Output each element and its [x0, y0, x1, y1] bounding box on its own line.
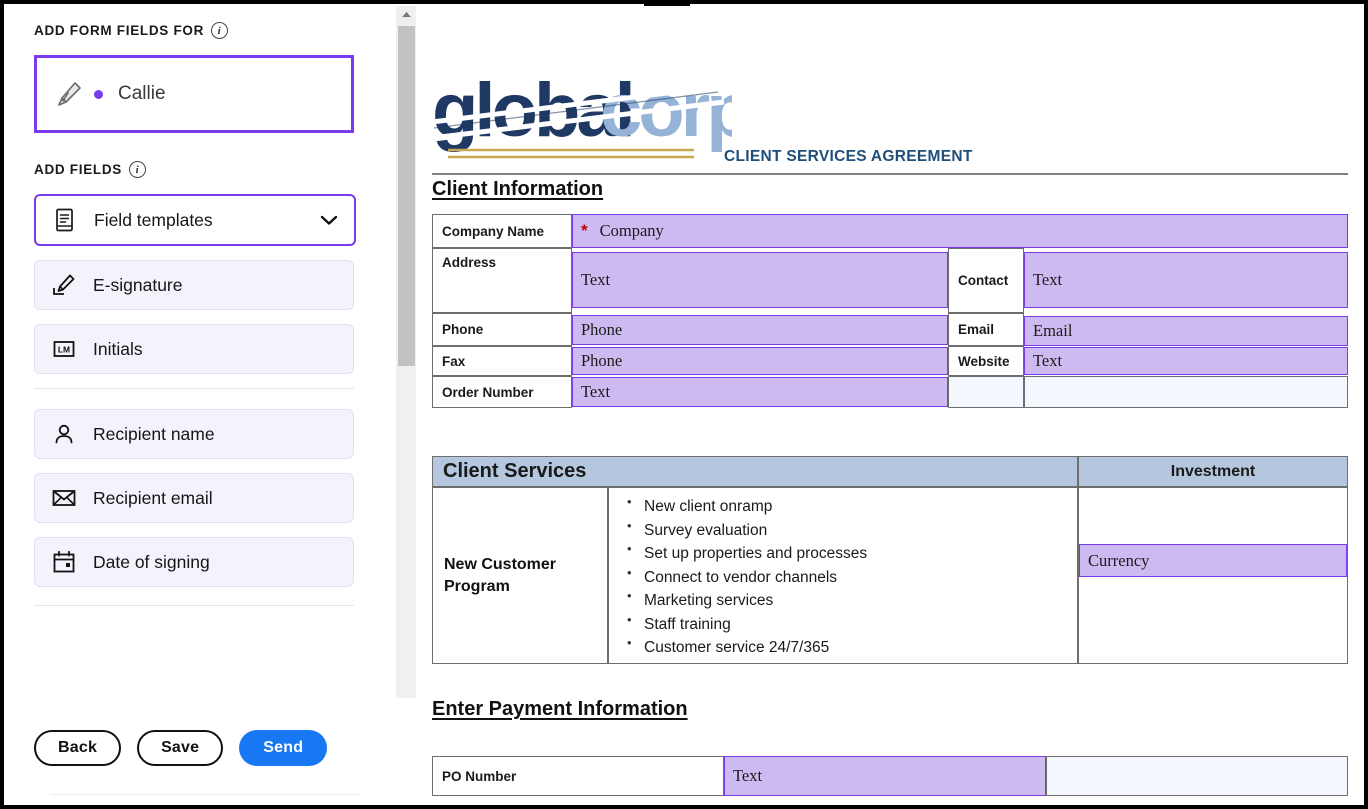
- add-fields-label: ADD FIELDS: [34, 162, 122, 177]
- add-form-fields-for-label: ADD FORM FIELDS FOR: [34, 23, 205, 38]
- empty-cell-order-left: [948, 376, 1024, 408]
- scroll-up-arrow-icon[interactable]: [396, 6, 416, 23]
- app-window: ADD FORM FIELDS FOR i Callie ADD FIELDS …: [0, 0, 1368, 809]
- label-email: Email: [948, 313, 1024, 346]
- field-address[interactable]: Text: [572, 252, 948, 308]
- date-of-signing-button[interactable]: Date of signing: [34, 537, 354, 587]
- recipient-callie-card[interactable]: Callie: [34, 55, 354, 133]
- save-button[interactable]: Save: [137, 730, 224, 766]
- field-templates-button[interactable]: Field templates: [34, 194, 356, 246]
- field-order-number[interactable]: Text: [572, 377, 948, 407]
- label-address: Address: [432, 248, 572, 313]
- label-phone: Phone: [432, 313, 572, 346]
- sidebar-action-buttons: Back Save Send: [34, 730, 328, 766]
- svg-text:LM: LM: [58, 345, 70, 355]
- field-fax[interactable]: Phone: [572, 347, 948, 375]
- recipient-name-label: Callie: [118, 83, 166, 104]
- header-rule: [432, 173, 1348, 175]
- label-company-name: Company Name: [432, 214, 572, 248]
- label-fax: Fax: [432, 346, 572, 376]
- recipient-color-dot: [94, 89, 103, 99]
- payment-heading: Enter Payment Information: [432, 698, 688, 720]
- field-website[interactable]: Text: [1024, 347, 1348, 375]
- investment-header: Investment: [1078, 456, 1348, 487]
- empty-cell-po-right: [1046, 756, 1348, 796]
- label-website: Website: [948, 346, 1024, 376]
- label-po-number: PO Number: [432, 756, 724, 796]
- list-item: Marketing services: [623, 586, 1077, 611]
- initials-label: Initials: [93, 338, 143, 359]
- recipient-email-label-text: Recipient email: [93, 487, 213, 508]
- field-company-name[interactable]: * Company: [572, 214, 1348, 248]
- field-contact[interactable]: Text: [1024, 252, 1348, 308]
- esignature-icon: [51, 272, 77, 298]
- list-item: Set up properties and processes: [623, 539, 1077, 564]
- list-item: Survey evaluation: [623, 516, 1077, 541]
- add-form-fields-for-heading: ADD FORM FIELDS FOR i: [34, 22, 364, 39]
- sidebar-divider: [34, 388, 354, 389]
- client-information-heading: Client Information: [432, 178, 604, 200]
- initials-button[interactable]: LM Initials: [34, 324, 354, 374]
- initials-icon: LM: [51, 336, 77, 362]
- list-item: Customer service 24/7/365: [623, 633, 1077, 658]
- e-signature-button[interactable]: E-signature: [34, 260, 354, 310]
- date-of-signing-label-text: Date of signing: [93, 551, 210, 572]
- info-icon[interactable]: i: [211, 22, 229, 39]
- recipient-name-label-text: Recipient name: [93, 423, 215, 444]
- empty-cell-order-right: [1024, 376, 1348, 408]
- pen-nib-icon: [55, 80, 83, 108]
- chevron-down-icon[interactable]: [320, 214, 338, 226]
- service-program-name: New Customer Program: [432, 487, 608, 664]
- add-fields-heading: ADD FIELDS i: [34, 161, 364, 178]
- label-contact: Contact: [948, 248, 1024, 313]
- info-icon[interactable]: i: [129, 161, 146, 178]
- fields-sidebar: ADD FORM FIELDS FOR i Callie ADD FIELDS …: [4, 4, 394, 805]
- document-icon: [52, 207, 78, 233]
- field-templates-label: Field templates: [94, 209, 213, 230]
- list-item: New client onramp: [623, 492, 1077, 517]
- field-email[interactable]: Email: [1024, 316, 1348, 346]
- field-po-number[interactable]: Text: [724, 756, 1046, 796]
- field-phone[interactable]: Phone: [572, 315, 948, 345]
- recipient-name-button[interactable]: Recipient name: [34, 409, 354, 459]
- footer-divider: [50, 794, 360, 795]
- back-button[interactable]: Back: [34, 730, 122, 766]
- globalcorp-logo: global corp: [432, 62, 732, 166]
- document-subtitle: CLIENT SERVICES AGREEMENT: [724, 148, 973, 165]
- person-icon: [51, 421, 77, 447]
- document-canvas: global corp CLIENT SERVICES AGREEMENT Cl…: [418, 6, 1364, 805]
- list-item: Staff training: [623, 610, 1077, 635]
- field-company-name-value: Company: [599, 221, 664, 240]
- e-signature-label: E-signature: [93, 274, 183, 295]
- calendar-icon: [51, 549, 77, 575]
- list-item: Connect to vendor channels: [623, 563, 1077, 588]
- sidebar-divider-bottom: [34, 605, 354, 606]
- client-services-header: Client Services: [432, 456, 1078, 487]
- service-items-list: New client onramp Survey evaluation Set …: [608, 487, 1078, 664]
- envelope-icon: [51, 485, 77, 511]
- label-order-number: Order Number: [432, 376, 572, 408]
- recipient-email-button[interactable]: Recipient email: [34, 473, 354, 523]
- required-marker: *: [581, 221, 588, 240]
- document-scrollbar-thumb[interactable]: [398, 26, 415, 366]
- send-button[interactable]: Send: [239, 730, 328, 766]
- field-investment-currency[interactable]: Currency: [1079, 544, 1347, 577]
